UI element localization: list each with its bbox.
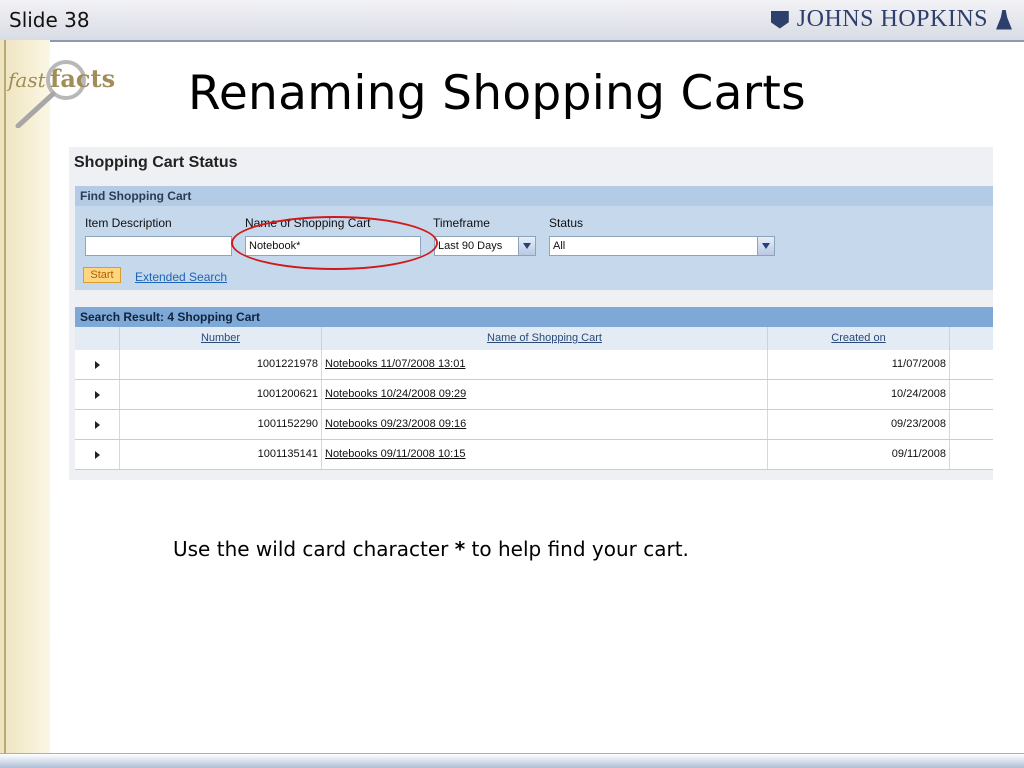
table-row[interactable]: 1001200621 Notebooks 10/24/2008 09:29 10…: [75, 380, 993, 410]
chevron-down-icon[interactable]: [757, 237, 774, 255]
timeframe-value: Last 90 Days: [438, 240, 503, 252]
cart-number: 1001152290: [120, 410, 322, 439]
find-header: Find Shopping Cart: [75, 186, 993, 206]
row-selector[interactable]: [75, 350, 120, 379]
wildcard-symbol: *: [454, 537, 466, 561]
fast-facts-logo: fast facts: [6, 58, 116, 128]
created-on: 10/24/2008: [768, 380, 950, 409]
results-header: Search Result: 4 Shopping Cart: [75, 307, 993, 327]
caption-before: Use the wild card character: [173, 537, 455, 561]
cart-name-link[interactable]: Notebooks 09/23/2008 09:16: [325, 418, 466, 430]
column-header-created[interactable]: Created on: [768, 327, 950, 350]
panel-title: Shopping Cart Status: [74, 154, 238, 171]
column-header-number[interactable]: Number: [120, 327, 322, 350]
search-results-table: Search Result: 4 Shopping Cart Number Na…: [75, 307, 993, 470]
logo-text: JOHNS HOPKINS: [796, 6, 988, 32]
fast-word: fast: [8, 68, 46, 92]
status-label: Status: [549, 216, 584, 230]
timeframe-label: Timeframe: [433, 216, 490, 230]
cart-name-cell: Notebooks 09/23/2008 09:16: [322, 410, 768, 439]
chevron-down-icon[interactable]: [518, 237, 535, 255]
extended-search-link[interactable]: Extended Search: [135, 270, 227, 284]
column-header-select: [75, 327, 120, 350]
created-on: 09/23/2008: [768, 410, 950, 439]
johns-hopkins-logo: JOHNS HOPKINS: [770, 6, 1012, 33]
shield-icon: [770, 10, 789, 29]
facts-word: facts: [50, 64, 116, 93]
table-row[interactable]: 1001135141 Notebooks 09/11/2008 10:15 09…: [75, 440, 993, 470]
cart-number: 1001200621: [120, 380, 322, 409]
slide-number: Slide 38: [9, 8, 90, 32]
bottom-band: [0, 753, 1024, 768]
column-header-name[interactable]: Name of Shopping Cart: [322, 327, 768, 350]
created-on: 09/11/2008: [768, 440, 950, 469]
column-header-extra: [950, 327, 993, 350]
shopping-cart-screenshot: Shopping Cart Status Find Shopping Cart …: [69, 147, 993, 480]
table-row[interactable]: 1001221978 Notebooks 11/07/2008 13:01 11…: [75, 350, 993, 380]
left-frame: [0, 40, 50, 755]
row-selector[interactable]: [75, 380, 120, 409]
created-on: 11/07/2008: [768, 350, 950, 379]
highlight-ellipse: [231, 216, 438, 270]
tower-icon: [996, 9, 1012, 30]
cart-number: 1001135141: [120, 440, 322, 469]
left-frame-line: [4, 40, 6, 755]
slide-title: Renaming Shopping Carts: [188, 66, 806, 121]
cart-name-link[interactable]: Notebooks 10/24/2008 09:29: [325, 388, 466, 400]
status-select[interactable]: All: [549, 236, 775, 256]
item-description-field[interactable]: [85, 236, 232, 256]
cart-name-link[interactable]: Notebooks 09/11/2008 10:15: [325, 448, 465, 460]
timeframe-select[interactable]: Last 90 Days: [434, 236, 536, 256]
cart-name-cell: Notebooks 11/07/2008 13:01: [322, 350, 768, 379]
caption: Use the wild card character * to help fi…: [173, 537, 689, 561]
start-button[interactable]: Start: [83, 267, 121, 283]
cart-number: 1001221978: [120, 350, 322, 379]
row-selector[interactable]: [75, 410, 120, 439]
cart-name-link[interactable]: Notebooks 11/07/2008 13:01: [325, 358, 465, 370]
table-row[interactable]: 1001152290 Notebooks 09/23/2008 09:16 09…: [75, 410, 993, 440]
cart-name-cell: Notebooks 10/24/2008 09:29: [322, 380, 768, 409]
caption-after: to help find your cart.: [465, 537, 689, 561]
row-selector[interactable]: [75, 440, 120, 469]
item-description-label: Item Description: [85, 216, 172, 230]
cart-name-cell: Notebooks 09/11/2008 10:15: [322, 440, 768, 469]
find-shopping-cart-section: Find Shopping Cart Item Description Name…: [75, 186, 993, 290]
status-value: All: [553, 240, 566, 252]
slide-header-bar: Slide 38 JOHNS HOPKINS: [0, 0, 1024, 42]
